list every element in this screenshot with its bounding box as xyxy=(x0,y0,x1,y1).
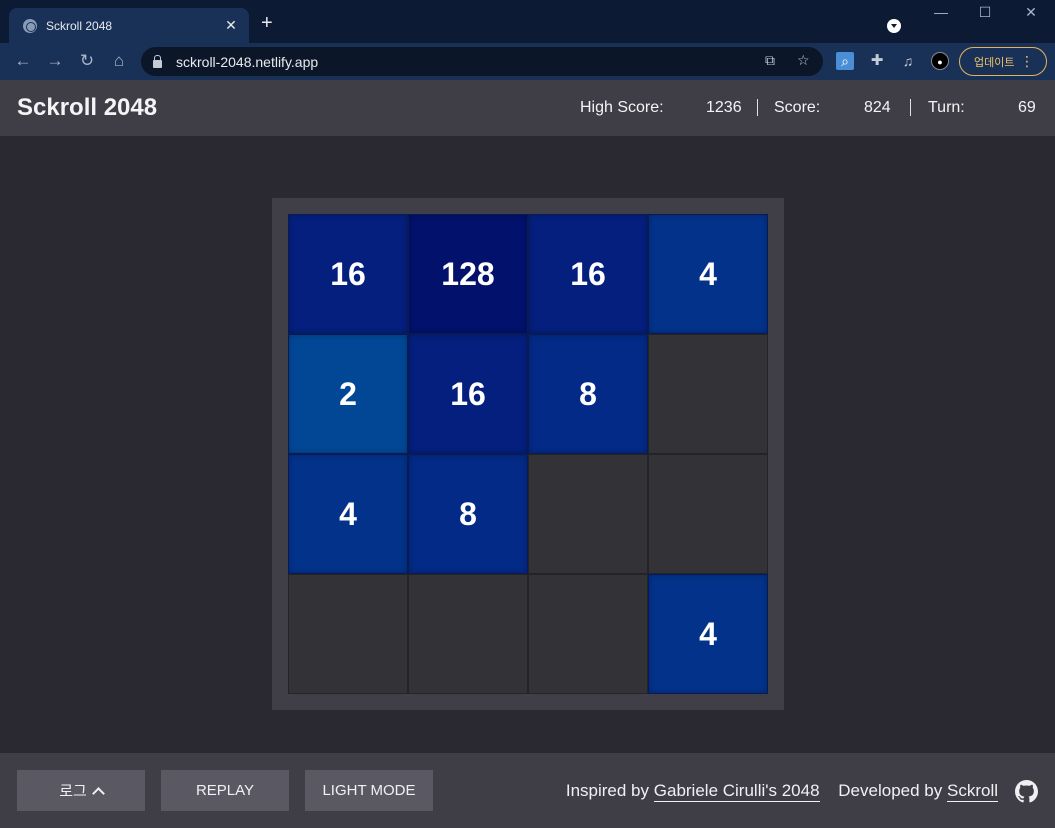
tab-close-icon[interactable]: ✕ xyxy=(223,17,239,34)
tile-8: 8 xyxy=(528,334,648,454)
stat-divider xyxy=(757,99,758,116)
game-board[interactable]: 16 128 16 4 2 16 8 4 8 4 xyxy=(272,198,784,710)
new-tab-button[interactable]: + xyxy=(261,13,273,33)
tab-search-icon[interactable] xyxy=(887,19,901,33)
empty-cell xyxy=(648,454,768,574)
tile-4: 4 xyxy=(648,214,768,334)
github-icon[interactable] xyxy=(1015,780,1038,803)
footer: 로그 REPLAY LIGHT MODE Inspired by Gabriel… xyxy=(0,753,1055,828)
tile-16: 16 xyxy=(408,334,528,454)
lock-icon[interactable] xyxy=(153,54,162,68)
empty-cell xyxy=(528,454,648,574)
high-score-value: 1236 xyxy=(706,99,742,116)
tab-title: Sckroll 2048 xyxy=(46,18,113,33)
empty-cell xyxy=(408,574,528,694)
score-value: 824 xyxy=(864,99,891,116)
inspired-prefix: Inspired by xyxy=(565,781,650,800)
star-icon[interactable]: ☆ xyxy=(797,52,810,69)
address-bar[interactable]: sckroll-2048.netlify.app ⧉ ☆ xyxy=(141,47,823,76)
browser-tab-bar: Sckroll 2048 ✕ + — ☐ ✕ xyxy=(0,0,1055,43)
inspired-link[interactable]: Gabriele Cirulli's 2048 xyxy=(653,781,820,802)
back-icon[interactable]: ← xyxy=(12,51,34,71)
credits: Inspired by Gabriele Cirulli's 2048 Deve… xyxy=(565,781,998,802)
tile-16: 16 xyxy=(528,214,648,334)
globe-icon xyxy=(23,18,37,33)
minimize-button[interactable]: — xyxy=(931,4,951,20)
empty-cell xyxy=(528,574,648,694)
tile-2: 2 xyxy=(288,334,408,454)
forward-icon[interactable]: → xyxy=(44,51,66,71)
puzzle-icon[interactable]: ✚ xyxy=(868,52,886,70)
high-score-label: High Score: xyxy=(580,99,664,116)
media-icon[interactable]: ♫ xyxy=(899,52,917,70)
tile-16: 16 xyxy=(288,214,408,334)
replay-button[interactable]: REPLAY xyxy=(161,770,289,811)
log-button-label: 로그 xyxy=(59,783,87,800)
developer-link[interactable]: Sckroll xyxy=(946,781,998,802)
tile-8: 8 xyxy=(408,454,528,574)
tile-grid: 16 128 16 4 2 16 8 4 8 4 xyxy=(288,214,768,694)
home-icon[interactable]: ⌂ xyxy=(108,51,130,71)
maximize-button[interactable]: ☐ xyxy=(975,4,995,21)
page-title: Sckroll 2048 xyxy=(17,94,158,121)
tile-4: 4 xyxy=(288,454,408,574)
update-button[interactable]: 업데이트 ⋮ xyxy=(959,47,1047,76)
empty-cell xyxy=(648,334,768,454)
browser-toolbar: ← → ↻ ⌂ sckroll-2048.netlify.app ⧉ ☆ ⌕ ✚… xyxy=(0,43,1055,80)
search-extension-icon[interactable]: ⌕ xyxy=(836,52,854,70)
url-text[interactable]: sckroll-2048.netlify.app xyxy=(176,54,318,70)
log-toggle-button[interactable]: 로그 xyxy=(17,770,145,811)
reload-icon[interactable]: ↻ xyxy=(76,51,98,71)
empty-cell xyxy=(288,574,408,694)
light-mode-button[interactable]: LIGHT MODE xyxy=(305,770,433,811)
tile-4: 4 xyxy=(648,574,768,694)
developed-prefix: Developed by xyxy=(838,781,943,800)
profile-icon[interactable]: ● xyxy=(931,52,949,70)
update-label: 업데이트 xyxy=(974,56,1015,69)
turn-label: Turn: xyxy=(928,99,965,116)
app-header: Sckroll 2048 High Score: 1236 Score: 824… xyxy=(0,80,1055,136)
menu-icon[interactable]: ⋮ xyxy=(1020,54,1034,68)
chevron-up-icon xyxy=(91,786,105,800)
close-window-button[interactable]: ✕ xyxy=(1021,4,1041,21)
tile-128: 128 xyxy=(408,214,528,334)
stat-divider xyxy=(910,99,911,116)
turn-value: 69 xyxy=(1018,99,1036,116)
browser-tab[interactable]: Sckroll 2048 ✕ xyxy=(9,8,249,43)
score-label: Score: xyxy=(774,99,821,116)
translate-icon[interactable]: ⧉ xyxy=(765,52,775,69)
